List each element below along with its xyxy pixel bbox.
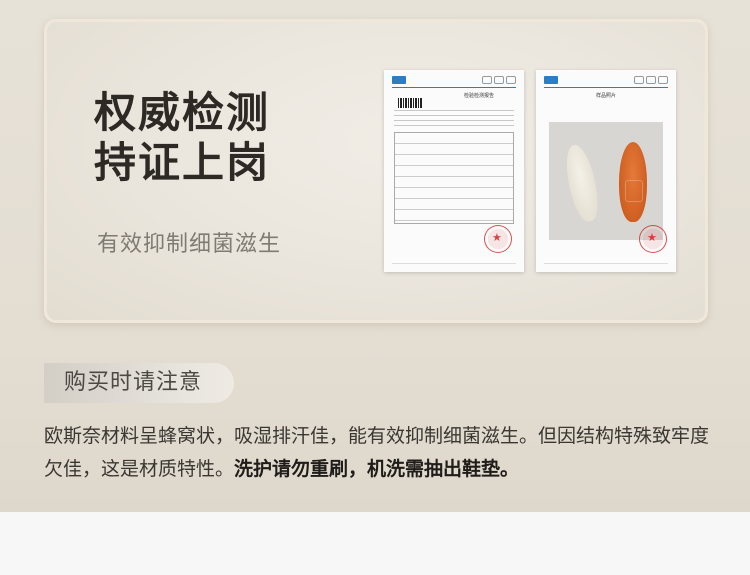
notice-text: 欧斯奈材料呈蜂窝状，吸湿排汗佳，能有效抑制细菌滋生。但因结构特殊致牢度欠佳，这是…: [44, 420, 714, 486]
company-logo-icon: [392, 76, 406, 84]
notice-tag: 购买时请注意: [44, 363, 234, 403]
report-table: [394, 132, 514, 224]
hero-subtitle: 有效抑制细菌滋生: [97, 232, 282, 257]
red-seal-icon: [484, 225, 512, 253]
notice-text-bold: 洗护请勿重刷，机洗需抽出鞋垫。: [234, 458, 520, 480]
sample-photo-title: 样品照片: [595, 93, 616, 99]
orange-insole-icon: [619, 142, 647, 222]
certification-marks-icon: [482, 76, 516, 84]
bottom-section: [0, 512, 750, 575]
white-insole-icon: [561, 142, 603, 224]
hero-title: 权威检测 持证上岗: [94, 88, 334, 188]
report-title: 检验检测报告: [463, 93, 494, 99]
test-report-image: 检验检测报告: [384, 70, 524, 272]
hero-title-line1: 权威检测: [94, 88, 271, 137]
company-logo-icon: [544, 76, 558, 84]
barcode-icon: [398, 98, 422, 108]
certification-marks-icon: [634, 76, 668, 84]
red-seal-icon: [639, 225, 667, 253]
hero-title-line2: 持证上岗: [94, 138, 271, 187]
sample-photo-report-image: 样品照片: [536, 70, 676, 272]
insole-sample-photo: [549, 122, 663, 240]
